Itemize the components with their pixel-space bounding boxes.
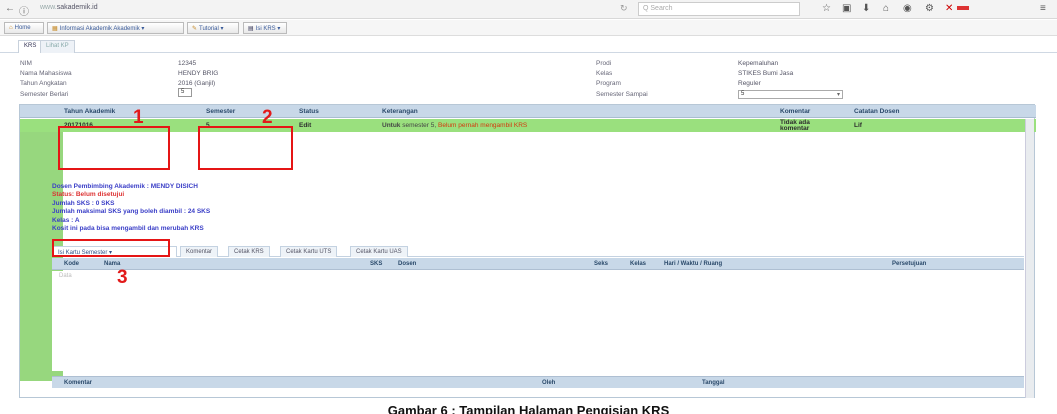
annotation-number-2: 2	[262, 107, 273, 128]
tab-lihat-kp[interactable]: Lihat KP	[40, 40, 75, 53]
bookmarks-bar: ⌂ Home ▦ Informasi Akademik Akademik ▾ ✎ Tu…	[0, 20, 1057, 36]
page-tabs: KRS Lihat KP	[0, 37, 1057, 53]
kelas-label: Kelas	[596, 70, 613, 77]
chevron-down-icon: ▾	[836, 92, 840, 98]
tab-cetak-uts[interactable]: Cetak Kartu UTS	[280, 246, 338, 257]
home-icon: ⌂	[9, 25, 13, 31]
pencil-icon: ✎	[192, 26, 198, 32]
browser-toolbar: ← ⓘ www.sakademik.id ↻ Q Search ☆ ▣ ⬇ ⌂ …	[0, 0, 1057, 19]
program-value: Reguler	[738, 80, 761, 87]
status-text: Status: Belum disetujui	[52, 191, 125, 199]
bookmark-home[interactable]: ⌂ Home	[4, 22, 44, 34]
reload-icon[interactable]: ↻	[620, 3, 628, 14]
jumlah-sks: Jumlah SKS : 0 SKS	[52, 199, 115, 207]
row-catatan: Lif	[854, 122, 862, 129]
nim-label: NIM	[20, 60, 32, 67]
col-keterangan[interactable]: Keterangan	[382, 108, 418, 115]
bookmark-tutorial[interactable]: ✎ Tutorial ▾	[187, 22, 239, 34]
download-icon[interactable]: ⬇	[862, 3, 870, 14]
angkatan-value: 2016 (Ganjil)	[178, 80, 216, 87]
addon-icon[interactable]	[957, 6, 969, 10]
krs-detail: Dosen Pembimbing Akademik : MENDY DISICH…	[52, 183, 210, 233]
dosen-pembimbing: Dosen Pembimbing Akademik : MENDY DISICH	[52, 183, 198, 190]
doc-icon: ▤	[248, 26, 254, 32]
figure-caption: Gambar 6 : Tampilan Halaman Pengisian KR…	[387, 403, 670, 414]
col-status[interactable]: Status	[299, 108, 319, 115]
col-dosen[interactable]: Dosen	[398, 261, 416, 267]
tab-komentar[interactable]: Komentar	[180, 246, 219, 257]
tab-cetak-uas[interactable]: Cetak Kartu UAS	[350, 246, 408, 257]
col-tahun-akademik[interactable]: Tahun Akademik	[64, 108, 115, 115]
col-persetujuan[interactable]: Persetujuan	[892, 261, 926, 267]
semester-select[interactable]: 5 ▾	[738, 90, 843, 99]
pocket-icon[interactable]: ◉	[903, 3, 912, 14]
action-tabs: Isi Kartu Semester ▾ Komentar Cetak KRS …	[52, 246, 1024, 257]
nim-value: 12345	[178, 60, 197, 67]
clipboard-icon[interactable]: ▣	[842, 3, 851, 14]
course-table-body: Data	[52, 271, 1024, 371]
url-field[interactable]: www.sakademik.id	[40, 4, 98, 11]
back-arrow-icon[interactable]: ←	[5, 3, 15, 14]
col-komentar-footer[interactable]: Komentar	[64, 380, 92, 386]
prodi-value: Kepemaluhan	[738, 60, 779, 67]
bookmark-isi-krs[interactable]: ▤ Isi KRS ▾	[243, 22, 287, 34]
annotation-number-3: 3	[117, 267, 128, 288]
col-semester[interactable]: Semester	[206, 108, 235, 115]
table-row[interactable]: 20171016 5 Edit Untuk semester 5, Belum …	[20, 119, 1036, 132]
folder-icon: ▦	[52, 26, 58, 32]
col-oleh[interactable]: Oleh	[542, 380, 555, 386]
annotation-box-2	[198, 126, 293, 170]
col-seks[interactable]: Seks	[594, 261, 608, 267]
row-status[interactable]: Edit	[299, 122, 311, 129]
row-keterangan: Untuk semester 5, Belum pernah mengambil…	[382, 122, 528, 129]
info-icon[interactable]: ⓘ	[19, 3, 29, 18]
col-komentar[interactable]: Komentar	[780, 108, 810, 115]
semester-label: Semester Berlari	[20, 91, 69, 98]
course-table-header: Kode Nama SKS Dosen Seks Kelas Hari / Wa…	[52, 258, 1024, 270]
semester-input[interactable]: 5	[178, 88, 192, 97]
col-hari-waktu-ruang[interactable]: Hari / Waktu / Ruang	[664, 261, 722, 267]
annotation-number-1: 1	[133, 107, 144, 128]
kelas-value: STIKES Bumi Jasa	[738, 70, 794, 77]
kelas-text: Kelas : A	[52, 216, 80, 224]
home-icon[interactable]: ⌂	[883, 3, 889, 14]
empty-text: Data	[59, 273, 72, 279]
col-sks[interactable]: SKS	[370, 261, 382, 267]
grid-scrollbar[interactable]	[1025, 119, 1034, 398]
col-tanggal[interactable]: Tanggal	[702, 380, 725, 386]
col-kode[interactable]: Kode	[64, 261, 79, 267]
annotation-box-1	[58, 126, 170, 170]
maks-sks: Jumlah maksimal SKS yang boleh diambil :…	[52, 208, 211, 216]
semester-sampai-label: Semester Sampai	[596, 91, 648, 98]
tab-krs[interactable]: KRS	[18, 40, 43, 53]
col-catatan-dosen[interactable]: Catatan Dosen	[854, 108, 900, 115]
bookmark-informasi[interactable]: ▦ Informasi Akademik Akademik ▾	[47, 22, 184, 34]
menu-icon[interactable]: ≡	[1040, 3, 1046, 14]
col-kelas[interactable]: Kelas	[630, 261, 646, 267]
close-icon[interactable]: ✕	[945, 3, 953, 14]
grid-header: Tahun Akademik Semester Status Keteranga…	[20, 105, 1036, 118]
prodi-label: Prodi	[596, 60, 612, 67]
search-input[interactable]: Q Search	[638, 2, 800, 16]
nama-value: HENDY BRIG	[178, 70, 219, 77]
row-komentar: Tidak ada komentar	[780, 119, 810, 132]
annotation-box-3	[52, 239, 170, 257]
star-icon[interactable]: ☆	[822, 3, 831, 14]
tab-cetak-krs[interactable]: Cetak KRS	[228, 246, 270, 257]
comment-table-header: Komentar Oleh Tanggal	[52, 376, 1024, 388]
extension-icon[interactable]: ⚙	[925, 3, 934, 14]
angkatan-label: Tahun Angkatan	[20, 80, 67, 87]
info-note: Kosit ini pada bisa mengambil dan meruba…	[52, 225, 204, 233]
program-label: Program	[596, 80, 621, 87]
nama-label: Nama Mahasiswa	[20, 70, 72, 77]
